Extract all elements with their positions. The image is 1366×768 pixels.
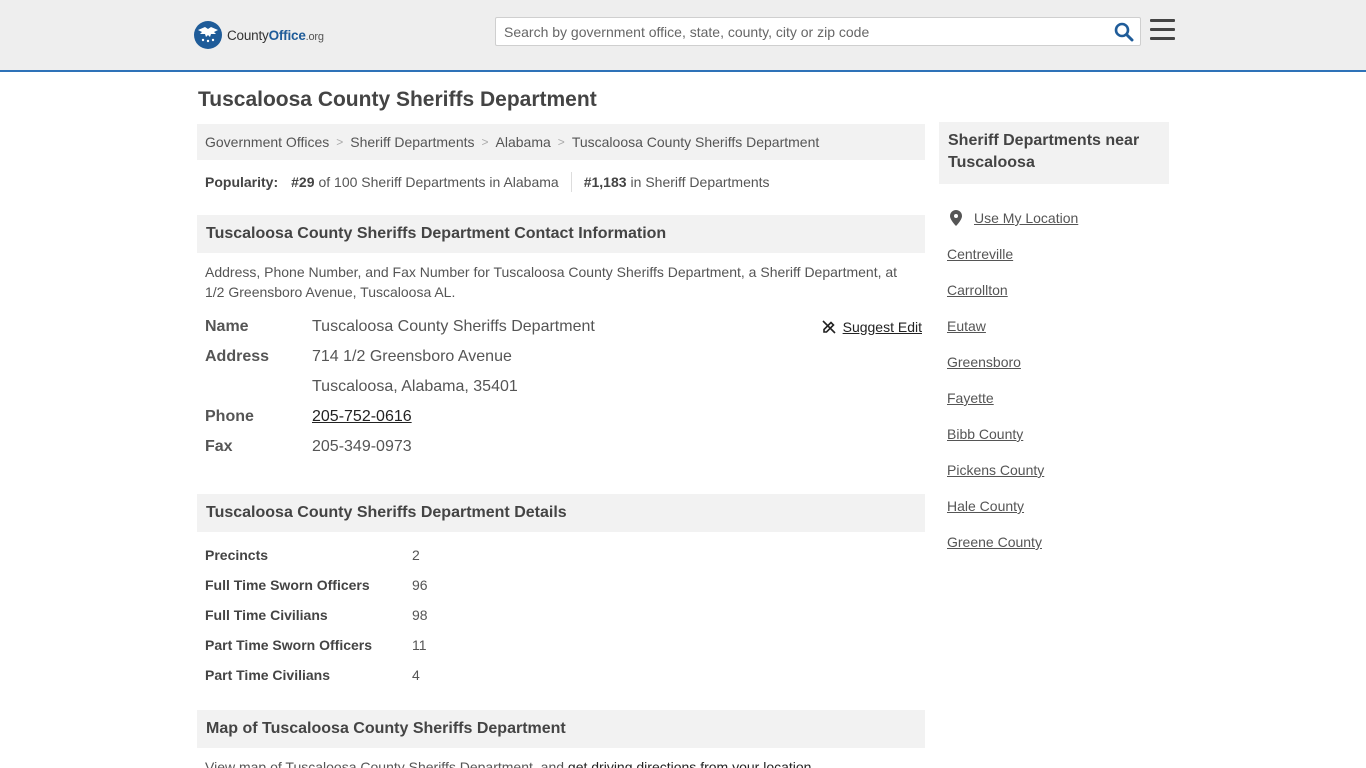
hamburger-menu-icon[interactable] <box>1150 19 1175 41</box>
contact-description: Address, Phone Number, and Fax Number fo… <box>205 264 898 300</box>
map-description: View map of Tuscaloosa County Sheriffs D… <box>205 759 815 768</box>
nearby-item[interactable]: Centreville <box>947 236 1167 272</box>
address-label: Address <box>205 348 270 365</box>
fax-row: Fax 205-349-0973 <box>205 434 925 464</box>
nearby-item[interactable]: Fayette <box>947 380 1167 416</box>
detail-row: Part Time Sworn Officers 11 <box>205 630 605 660</box>
detail-value: 98 <box>412 607 428 623</box>
detail-value: 11 <box>412 637 427 653</box>
popularity-label: Popularity: <box>205 174 279 190</box>
use-location-item[interactable]: Use My Location <box>947 200 1167 236</box>
sidebar-heading: Sheriff Departments near Tuscaloosa <box>939 122 1169 184</box>
edit-off-icon <box>822 320 836 334</box>
popularity-stats: Popularity: #29 of 100 Sheriff Departmen… <box>205 172 770 192</box>
logo-wordmark: CountyOffice.org <box>227 27 324 43</box>
nearby-link[interactable]: Bibb County <box>947 426 1023 442</box>
detail-value: 96 <box>412 577 428 593</box>
fax-label: Fax <box>205 438 233 455</box>
contact-heading: Tuscaloosa County Sheriffs Department Co… <box>197 215 925 253</box>
phone-label: Phone <box>205 408 254 425</box>
map-text: View map of Tuscaloosa County Sheriffs D… <box>205 759 568 768</box>
nearby-link[interactable]: Greene County <box>947 534 1042 550</box>
nearby-item[interactable]: Eutaw <box>947 308 1167 344</box>
page-title: Tuscaloosa County Sheriffs Department <box>198 88 597 111</box>
nearby-link[interactable]: Carrollton <box>947 282 1008 298</box>
detail-row: Full Time Civilians 98 <box>205 600 605 630</box>
nearby-link[interactable]: Fayette <box>947 390 994 406</box>
nearby-link[interactable]: Pickens County <box>947 462 1044 478</box>
detail-label: Full Time Sworn Officers <box>205 577 370 593</box>
detail-row: Full Time Sworn Officers 96 <box>205 570 605 600</box>
use-location-link[interactable]: Use My Location <box>974 210 1078 226</box>
nearby-item[interactable]: Greensboro <box>947 344 1167 380</box>
search-bar <box>495 17 1141 46</box>
nearby-link[interactable]: Eutaw <box>947 318 986 334</box>
location-pin-icon <box>950 210 962 226</box>
details-heading: Tuscaloosa County Sheriffs Department De… <box>197 494 925 532</box>
nearby-item[interactable]: Hale County <box>947 488 1167 524</box>
address-row-2: Tuscaloosa, Alabama, 35401 <box>205 374 925 404</box>
map-heading: Map of Tuscaloosa County Sheriffs Depart… <box>197 710 925 748</box>
chevron-right-icon: > <box>557 135 565 149</box>
breadcrumb: Government Offices > Sheriff Departments… <box>197 124 925 160</box>
detail-label: Precincts <box>205 547 269 563</box>
suggest-edit-label: Suggest Edit <box>842 319 922 335</box>
nearby-link[interactable]: Hale County <box>947 498 1024 514</box>
nearby-link[interactable]: Centreville <box>947 246 1013 262</box>
breadcrumb-current[interactable]: Tuscaloosa County Sheriffs Department <box>572 134 819 150</box>
site-header: CountyOffice.org <box>0 0 1366 72</box>
phone-link[interactable]: 205-752-0616 <box>312 408 412 426</box>
nearby-item[interactable]: Bibb County <box>947 416 1167 452</box>
search-input[interactable] <box>496 18 1106 45</box>
divider <box>570 172 572 192</box>
address-row: Address 714 1/2 Greensboro Avenue <box>205 344 925 374</box>
national-rank-text: in Sheriff Departments <box>630 174 770 190</box>
detail-value: 4 <box>412 667 420 683</box>
contact-info: Name Tuscaloosa County Sheriffs Departme… <box>205 314 925 464</box>
detail-label: Full Time Civilians <box>205 607 328 623</box>
details-table: Precincts 2 Full Time Sworn Officers 96 Fu… <box>205 540 605 690</box>
national-rank: #1,183 <box>583 174 627 190</box>
nearby-item[interactable]: Carrollton <box>947 272 1167 308</box>
eagle-logo-icon <box>194 21 222 49</box>
nearby-link[interactable]: Greensboro <box>947 354 1021 370</box>
search-icon[interactable] <box>1114 22 1134 42</box>
breadcrumb-sheriff-departments[interactable]: Sheriff Departments <box>350 134 474 150</box>
detail-label: Part Time Sworn Officers <box>205 637 373 653</box>
detail-label: Part Time Civilians <box>205 667 331 683</box>
site-logo[interactable]: CountyOffice.org <box>194 20 324 50</box>
driving-directions-link[interactable]: get driving directions from your locatio… <box>568 759 812 768</box>
chevron-right-icon: > <box>336 135 344 149</box>
name-row: Name Tuscaloosa County Sheriffs Departme… <box>205 314 925 344</box>
breadcrumb-government-offices[interactable]: Government Offices <box>205 134 329 150</box>
nearby-list: Use My Location Centreville Carrollton E… <box>947 200 1167 560</box>
name-label: Name <box>205 318 249 335</box>
state-rank: #29 <box>291 174 315 190</box>
phone-row: Phone 205-752-0616 <box>205 404 925 434</box>
name-value: Tuscaloosa County Sheriffs Department <box>312 318 595 335</box>
suggest-edit-button[interactable]: Suggest Edit <box>821 319 922 335</box>
map-text-end: . <box>811 759 816 768</box>
nearby-item[interactable]: Pickens County <box>947 452 1167 488</box>
detail-value: 2 <box>412 547 420 563</box>
state-rank-text: of 100 Sheriff Departments in Alabama <box>318 174 559 190</box>
nearby-item[interactable]: Greene County <box>947 524 1167 560</box>
breadcrumb-alabama[interactable]: Alabama <box>496 134 551 150</box>
detail-row: Precincts 2 <box>205 540 605 570</box>
address-line2: Tuscaloosa, Alabama, 35401 <box>312 378 518 395</box>
address-line1: 714 1/2 Greensboro Avenue <box>312 348 512 365</box>
chevron-right-icon: > <box>481 135 489 149</box>
detail-row: Part Time Civilians 4 <box>205 660 605 690</box>
fax-value: 205-349-0973 <box>312 438 412 455</box>
